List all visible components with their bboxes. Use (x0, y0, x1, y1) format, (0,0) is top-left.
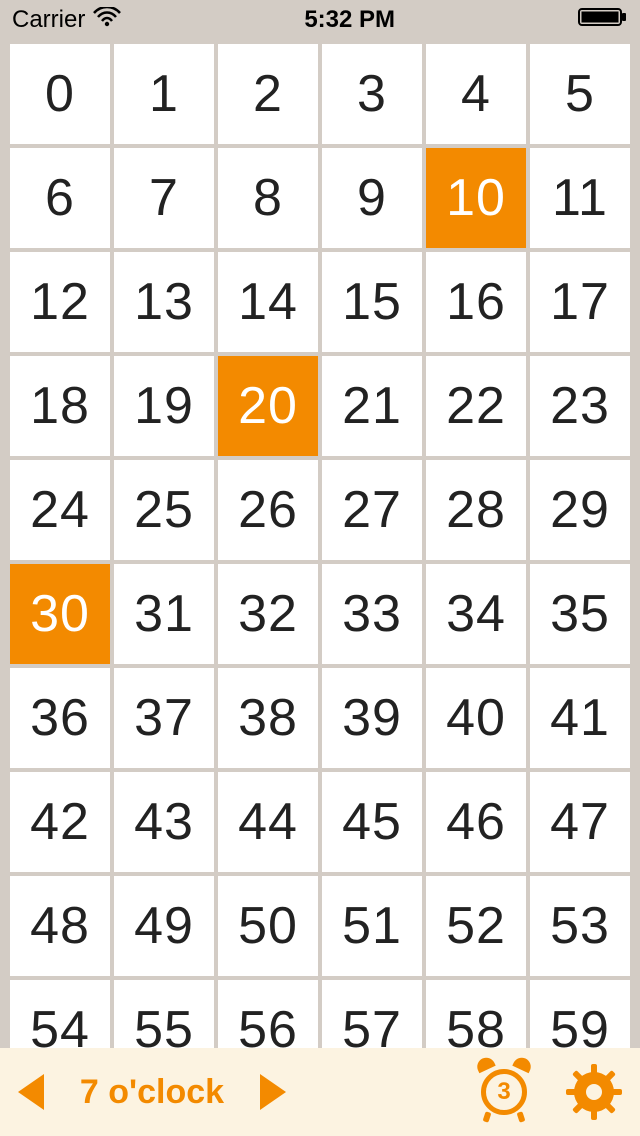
minute-cell-32[interactable]: 32 (218, 564, 318, 664)
minute-cell-33[interactable]: 33 (322, 564, 422, 664)
minute-cell-35[interactable]: 35 (530, 564, 630, 664)
settings-button[interactable] (566, 1064, 622, 1120)
minute-cell-43[interactable]: 43 (114, 772, 214, 872)
hour-stepper: 7 o'clock (18, 1073, 286, 1112)
minute-cell-2[interactable]: 2 (218, 44, 318, 144)
minute-cell-12[interactable]: 12 (10, 252, 110, 352)
prev-hour-button[interactable] (18, 1074, 44, 1110)
minute-cell-10[interactable]: 10 (426, 148, 526, 248)
minute-cell-1[interactable]: 1 (114, 44, 214, 144)
minute-cell-42[interactable]: 42 (10, 772, 110, 872)
minute-cell-13[interactable]: 13 (114, 252, 214, 352)
minute-cell-14[interactable]: 14 (218, 252, 318, 352)
minute-cell-5[interactable]: 5 (530, 44, 630, 144)
minute-cell-4[interactable]: 4 (426, 44, 526, 144)
minute-cell-21[interactable]: 21 (322, 356, 422, 456)
gear-icon (566, 1064, 622, 1120)
minute-cell-24[interactable]: 24 (10, 460, 110, 560)
alarm-clock-icon (512, 1055, 533, 1073)
minute-cell-44[interactable]: 44 (218, 772, 318, 872)
minute-cell-27[interactable]: 27 (322, 460, 422, 560)
minute-cell-34[interactable]: 34 (426, 564, 526, 664)
minute-cell-36[interactable]: 36 (10, 668, 110, 768)
minute-cell-53[interactable]: 53 (530, 876, 630, 976)
minute-cell-17[interactable]: 17 (530, 252, 630, 352)
minute-cell-8[interactable]: 8 (218, 148, 318, 248)
minute-cell-18[interactable]: 18 (10, 356, 110, 456)
minute-cell-28[interactable]: 28 (426, 460, 526, 560)
minute-cell-25[interactable]: 25 (114, 460, 214, 560)
minute-cell-51[interactable]: 51 (322, 876, 422, 976)
alarm-clock-icon (483, 1111, 492, 1122)
minute-cell-22[interactable]: 22 (426, 356, 526, 456)
minute-grid-wrap: 0123456789101112131415161718192021222324… (0, 40, 640, 1080)
minute-cell-3[interactable]: 3 (322, 44, 422, 144)
battery-icon (578, 6, 628, 34)
status-time: 5:32 PM (304, 6, 395, 34)
minute-grid: 0123456789101112131415161718192021222324… (10, 44, 630, 1080)
minute-cell-29[interactable]: 29 (530, 460, 630, 560)
minute-cell-31[interactable]: 31 (114, 564, 214, 664)
next-hour-button[interactable] (260, 1074, 286, 1110)
minute-cell-38[interactable]: 38 (218, 668, 318, 768)
minute-cell-30[interactable]: 30 (10, 564, 110, 664)
toolbar: 7 o'clock 3 (0, 1048, 640, 1136)
minute-cell-45[interactable]: 45 (322, 772, 422, 872)
status-bar: Carrier 5:32 PM (0, 0, 640, 40)
minute-cell-49[interactable]: 49 (114, 876, 214, 976)
minute-cell-11[interactable]: 11 (530, 148, 630, 248)
alarm-count: 3 (497, 1078, 510, 1106)
minute-cell-15[interactable]: 15 (322, 252, 422, 352)
carrier-label: Carrier (12, 6, 85, 34)
minute-cell-26[interactable]: 26 (218, 460, 318, 560)
minute-cell-40[interactable]: 40 (426, 668, 526, 768)
minute-cell-6[interactable]: 6 (10, 148, 110, 248)
minute-cell-41[interactable]: 41 (530, 668, 630, 768)
minute-cell-0[interactable]: 0 (10, 44, 110, 144)
alarm-count-badge: 3 (481, 1069, 527, 1115)
minute-cell-19[interactable]: 19 (114, 356, 214, 456)
minute-cell-39[interactable]: 39 (322, 668, 422, 768)
minute-cell-37[interactable]: 37 (114, 668, 214, 768)
wifi-icon (93, 6, 121, 34)
alarm-clock-icon (474, 1055, 495, 1073)
minute-cell-48[interactable]: 48 (10, 876, 110, 976)
minute-cell-7[interactable]: 7 (114, 148, 214, 248)
minute-cell-16[interactable]: 16 (426, 252, 526, 352)
minute-cell-46[interactable]: 46 (426, 772, 526, 872)
minute-cell-47[interactable]: 47 (530, 772, 630, 872)
minute-cell-20[interactable]: 20 (218, 356, 318, 456)
status-bar-left: Carrier (12, 6, 121, 34)
hour-label[interactable]: 7 o'clock (72, 1073, 232, 1112)
minute-cell-23[interactable]: 23 (530, 356, 630, 456)
alarms-button[interactable]: 3 (472, 1060, 536, 1124)
minute-cell-9[interactable]: 9 (322, 148, 422, 248)
minute-cell-50[interactable]: 50 (218, 876, 318, 976)
minute-cell-52[interactable]: 52 (426, 876, 526, 976)
alarm-clock-icon (517, 1111, 526, 1122)
